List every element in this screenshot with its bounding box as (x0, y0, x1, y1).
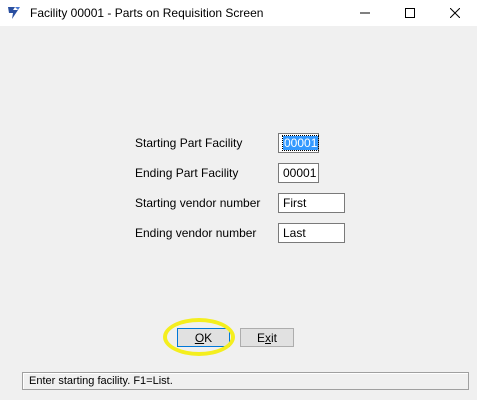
ok-button[interactable]: OK (177, 328, 230, 347)
minimize-button[interactable] (342, 0, 387, 26)
status-bar: Enter starting facility. F1=List. (22, 372, 469, 390)
ending-vendor-number-input[interactable]: Last (278, 223, 345, 243)
starting-vendor-number-label: Starting vendor number (135, 196, 261, 210)
starting-part-facility-value: 00001 (281, 135, 320, 151)
app-logo-icon[interactable] (6, 5, 22, 21)
status-bar-edge (469, 372, 477, 390)
ending-part-facility-label: Ending Part Facility (135, 166, 239, 180)
exit-button-label: Exit (256, 330, 277, 345)
minimize-icon (359, 12, 370, 14)
maximize-icon (404, 8, 415, 18)
starting-part-facility-input[interactable]: 00001 (278, 133, 320, 153)
starting-vendor-number-input[interactable]: First (278, 193, 345, 213)
starting-part-facility-label: Starting Part Facility (135, 136, 243, 150)
window-title: Facility 00001 - Parts on Requisition Sc… (30, 6, 264, 20)
exit-button[interactable]: Exit (240, 328, 294, 347)
close-button[interactable] (432, 0, 477, 26)
ok-button-label: OK (194, 330, 213, 345)
ending-part-facility-input[interactable]: 00001 (278, 163, 319, 183)
ending-vendor-number-label: Ending vendor number (135, 226, 257, 240)
close-icon (449, 8, 460, 18)
maximize-button[interactable] (387, 0, 432, 26)
title-bar: Facility 00001 - Parts on Requisition Sc… (0, 0, 477, 26)
